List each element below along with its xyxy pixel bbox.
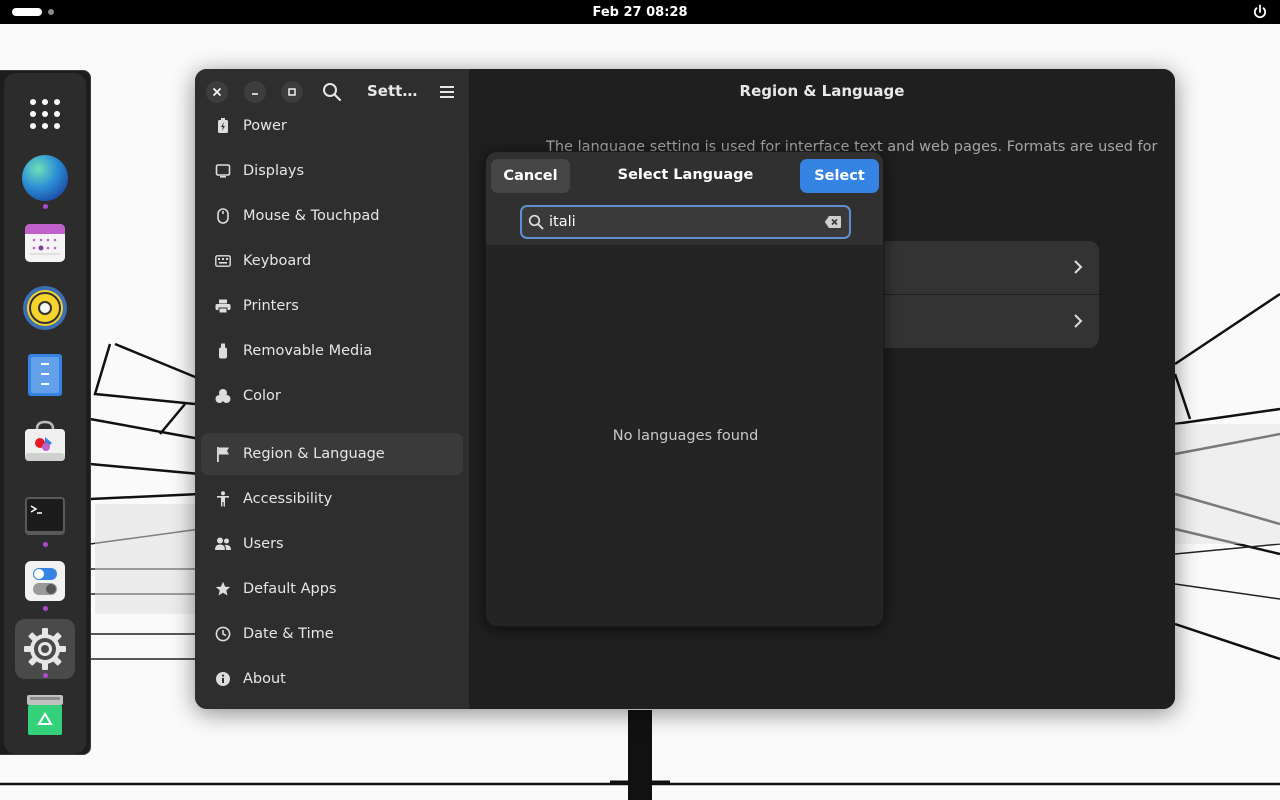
running-indicator bbox=[43, 204, 48, 209]
software-store-icon bbox=[25, 420, 65, 461]
sidebar-item-label: Power bbox=[243, 118, 287, 134]
sidebar-item-label: Printers bbox=[243, 298, 299, 314]
sidebar-item-label: Keyboard bbox=[243, 253, 312, 269]
sidebar-item-label: Mouse & Touchpad bbox=[243, 208, 380, 224]
dock-browser[interactable] bbox=[15, 148, 75, 208]
files-icon bbox=[28, 354, 62, 396]
sidebar-item-keyboard[interactable]: Keyboard bbox=[201, 240, 463, 282]
sidebar-item-printers[interactable]: Printers bbox=[201, 285, 463, 327]
select-language-dialog: Cancel Select Language Select No languag… bbox=[485, 151, 884, 627]
empty-state-text: No languages found bbox=[612, 428, 759, 444]
cancel-button[interactable]: Cancel bbox=[491, 159, 570, 193]
sidebar-item-default-apps[interactable]: Default Apps bbox=[201, 568, 463, 610]
trash-icon bbox=[27, 695, 63, 735]
search-bar bbox=[486, 200, 883, 245]
hamburger-menu-icon[interactable] bbox=[438, 83, 456, 101]
flag-icon bbox=[215, 446, 231, 462]
running-indicator bbox=[43, 606, 48, 611]
sidebar-item-mouse[interactable]: Mouse & Touchpad bbox=[201, 195, 463, 237]
dock-panel bbox=[4, 73, 86, 754]
terminal-icon bbox=[25, 497, 65, 535]
sidebar-item-label: Removable Media bbox=[243, 343, 373, 359]
sidebar-item-removable-media[interactable]: Removable Media bbox=[201, 330, 463, 372]
usb-icon bbox=[215, 343, 231, 359]
dock-terminal[interactable] bbox=[15, 486, 75, 546]
display-icon bbox=[215, 163, 231, 179]
running-indicator bbox=[43, 542, 48, 547]
language-search-entry[interactable] bbox=[520, 205, 851, 239]
sidebar-item-label: Accessibility bbox=[243, 491, 333, 507]
settings-sidebar: Sett… Power Displays Mouse & Touchpad Ke… bbox=[195, 69, 469, 709]
minimize-button[interactable] bbox=[244, 81, 266, 103]
sidebar-item-date-time[interactable]: Date & Time bbox=[201, 613, 463, 655]
dock-calendar[interactable] bbox=[15, 213, 75, 273]
minimize-icon bbox=[252, 93, 258, 95]
sidebar-item-label: About bbox=[243, 671, 286, 687]
workspace-dot bbox=[48, 9, 54, 15]
sidebar-item-displays[interactable]: Displays bbox=[201, 150, 463, 192]
search-icon[interactable] bbox=[321, 81, 343, 103]
sidebar-item-label: Default Apps bbox=[243, 581, 337, 597]
keyboard-icon bbox=[215, 253, 231, 269]
gear-icon bbox=[24, 628, 66, 670]
toggle-icon bbox=[25, 561, 65, 601]
sidebar-item-label: Region & Language bbox=[243, 446, 385, 462]
dock-settings[interactable] bbox=[15, 619, 75, 679]
sidebar-item-label: Users bbox=[243, 536, 284, 552]
accessibility-icon bbox=[215, 491, 231, 507]
maximize-icon bbox=[288, 88, 296, 96]
maximize-button[interactable] bbox=[281, 81, 303, 103]
top-bar: Feb 27 08:28 bbox=[0, 0, 1280, 24]
activities-indicator[interactable] bbox=[12, 8, 54, 16]
calendar-icon bbox=[25, 224, 65, 262]
speaker-icon bbox=[23, 286, 67, 330]
clock-icon bbox=[215, 626, 231, 642]
sidebar-item-power[interactable]: Power bbox=[201, 105, 463, 147]
dock-software[interactable] bbox=[15, 411, 75, 471]
dock-tweaks[interactable] bbox=[15, 551, 75, 611]
sidebar-title: Sett… bbox=[367, 82, 418, 100]
sidebar-item-users[interactable]: Users bbox=[201, 523, 463, 565]
color-icon bbox=[215, 388, 231, 404]
sidebar-item-label: Date & Time bbox=[243, 626, 334, 642]
mouse-icon bbox=[215, 208, 231, 224]
sidebar-item-label: Color bbox=[243, 388, 281, 404]
star-icon bbox=[215, 581, 231, 597]
running-indicator bbox=[43, 673, 48, 678]
power-icon[interactable] bbox=[1252, 4, 1268, 20]
workspace-pill bbox=[12, 8, 42, 16]
power-battery-icon bbox=[215, 118, 231, 134]
sidebar-item-color[interactable]: Color bbox=[201, 375, 463, 417]
dock-files[interactable] bbox=[15, 345, 75, 405]
dock-rhythmbox[interactable] bbox=[15, 278, 75, 338]
chevron-right-icon bbox=[1074, 260, 1083, 274]
users-icon bbox=[215, 536, 231, 552]
clear-text-icon[interactable] bbox=[824, 214, 842, 230]
sidebar-item-about[interactable]: About bbox=[201, 658, 463, 700]
browser-icon bbox=[22, 155, 68, 201]
printer-icon bbox=[215, 298, 231, 314]
sidebar-item-accessibility[interactable]: Accessibility bbox=[201, 478, 463, 520]
dock bbox=[0, 70, 91, 755]
sidebar-item-label: Displays bbox=[243, 163, 305, 179]
search-input[interactable] bbox=[549, 209, 809, 235]
info-icon bbox=[215, 671, 231, 687]
search-icon bbox=[528, 214, 544, 230]
chevron-right-icon bbox=[1074, 314, 1083, 328]
dialog-header: Cancel Select Language Select bbox=[486, 152, 883, 200]
app-grid-icon bbox=[30, 99, 60, 129]
page-title: Region & Language bbox=[739, 82, 905, 100]
close-button[interactable] bbox=[206, 81, 228, 103]
clock[interactable]: Feb 27 08:28 bbox=[593, 5, 688, 20]
select-button[interactable]: Select bbox=[800, 159, 879, 193]
dock-app-grid[interactable] bbox=[15, 84, 75, 144]
dock-trash[interactable] bbox=[15, 685, 75, 745]
close-icon bbox=[212, 87, 222, 97]
sidebar-item-region-language[interactable]: Region & Language bbox=[201, 433, 463, 475]
